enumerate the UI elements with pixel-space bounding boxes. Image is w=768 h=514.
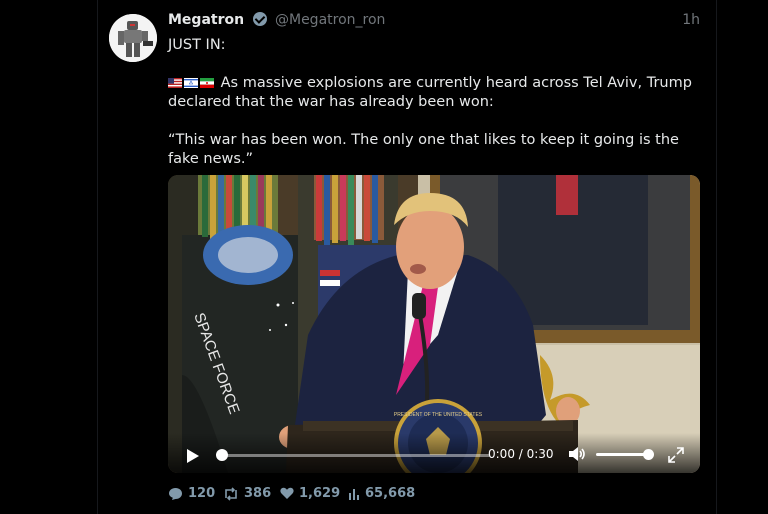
post-line-2: As massive explosions are currently hear… [168,74,700,112]
us-flag-icon [168,78,182,88]
iran-flag-icon [200,78,214,88]
repost-icon [225,486,237,501]
reply-button[interactable]: 120 [168,486,215,501]
fullscreen-icon[interactable] [668,447,684,463]
avatar[interactable] [109,14,157,62]
like-count: 1,629 [299,486,341,501]
verified-badge-icon [252,12,267,26]
heart-icon [280,487,294,499]
video-scrubber[interactable] [222,454,490,457]
post-header: Megatron @Megatron_ron 1h [168,12,700,32]
podium-seal-text: PRESIDENT OF THE UNITED STATES [394,412,483,418]
views-chart-icon [349,488,359,500]
post-text: JUST IN: As massive explosions are curre… [168,36,700,188]
repost-count: 386 [244,486,272,501]
author-handle[interactable]: @Megatron_ron [275,12,385,28]
scrubber-handle[interactable] [216,449,228,461]
play-icon[interactable] [186,448,200,464]
reply-count: 120 [188,486,216,501]
volume-handle[interactable] [643,449,654,460]
video-frame: SPACE FORCE PRESIDENT OF THE UNITED STAT… [168,175,700,473]
view-count: 65,668 [365,486,416,501]
post-line-3: “This war has been won. The only one tha… [168,132,679,167]
post-line-2-text: As massive explosions are currently hear… [168,75,692,110]
post-time[interactable]: 1h [682,12,700,28]
views-button[interactable]: 65,668 [348,486,415,501]
israel-flag-icon [184,78,198,88]
post-line-1: JUST IN: [168,37,226,53]
like-button[interactable]: 1,629 [280,486,340,501]
reply-icon [169,487,182,500]
volume-icon[interactable] [568,446,586,462]
repost-button[interactable]: 386 [223,486,271,501]
author-name[interactable]: Megatron [168,12,244,28]
robot-avatar-icon [109,14,157,62]
video-player[interactable]: SPACE FORCE PRESIDENT OF THE UNITED STAT… [168,175,700,473]
video-time: 0:00 / 0:30 [488,447,554,461]
